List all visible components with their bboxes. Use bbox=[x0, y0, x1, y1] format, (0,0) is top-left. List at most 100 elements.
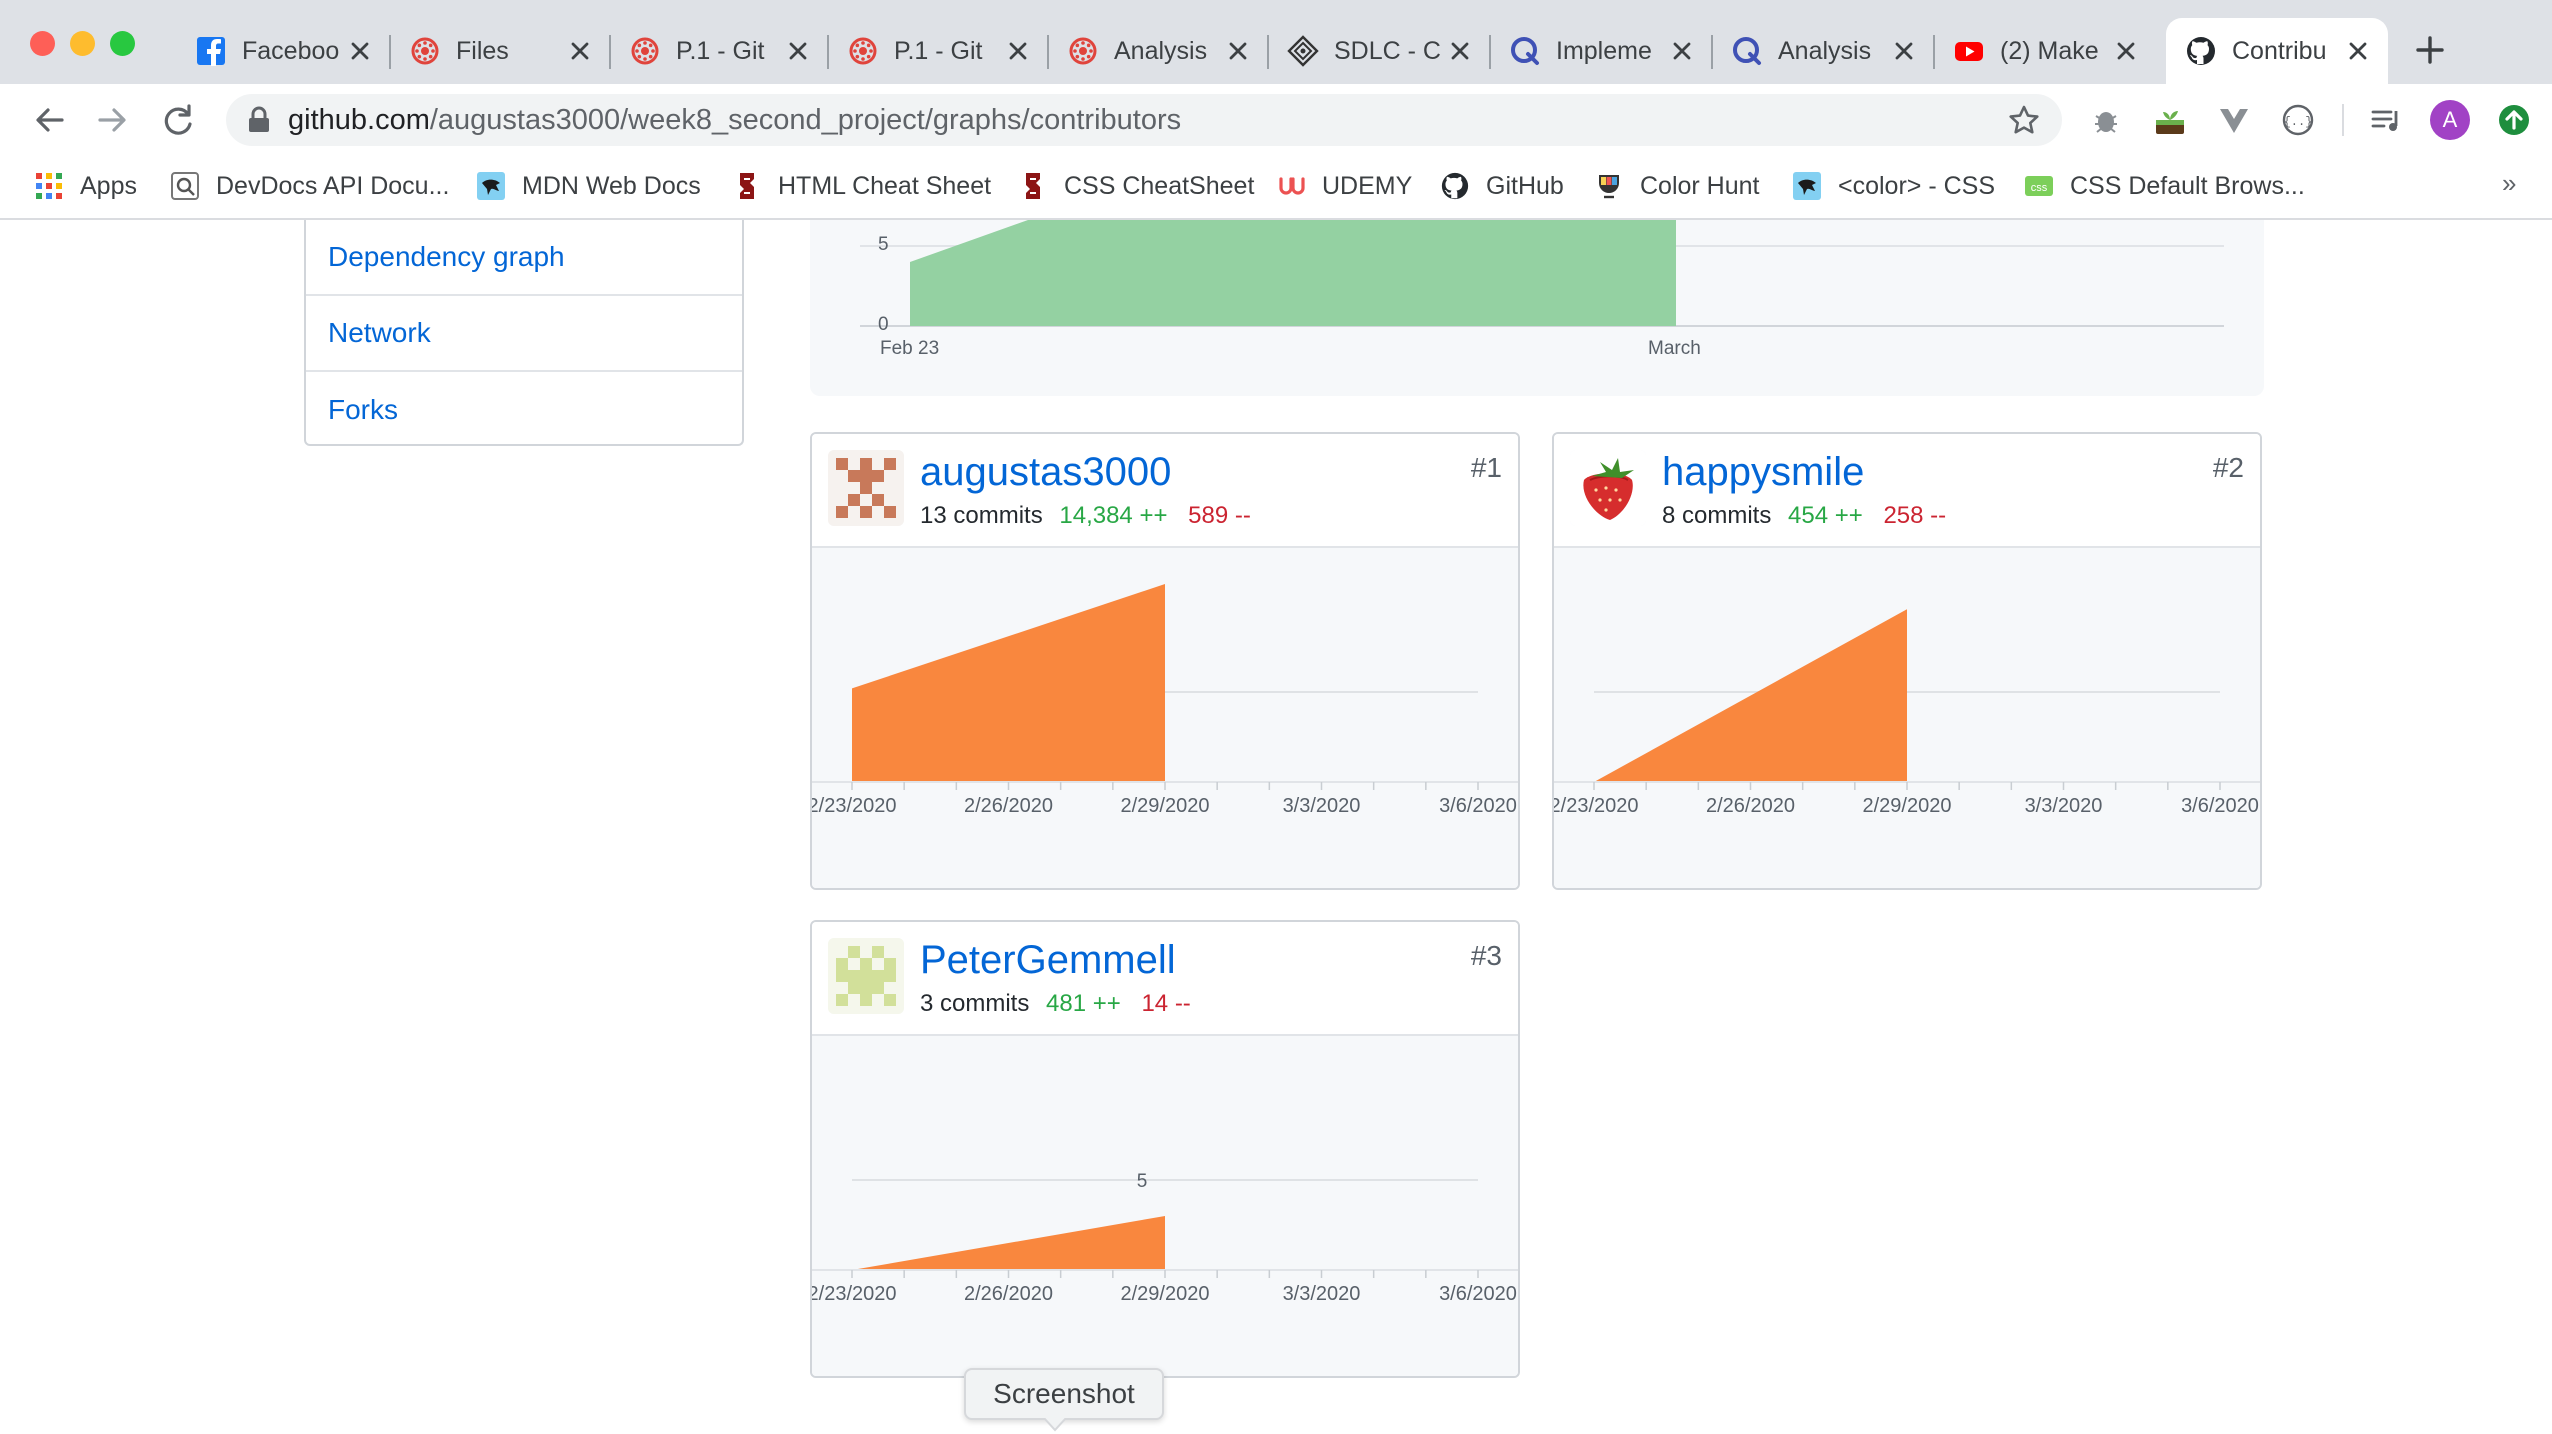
avatar[interactable] bbox=[828, 938, 904, 1014]
bookmark-label: Color Hunt bbox=[1640, 171, 1760, 200]
bookmark-label: CSS Default Brows... bbox=[2070, 171, 2305, 200]
bookmark-item[interactable]: <color> - CSS bbox=[1792, 166, 1995, 206]
deletions-count: 14 -- bbox=[1141, 990, 1191, 1017]
arrow-left-icon bbox=[36, 108, 64, 132]
bookmark-item[interactable]: UDEMY bbox=[1276, 166, 1412, 206]
plant-extension-button[interactable] bbox=[2150, 100, 2190, 140]
close-tab-button[interactable] bbox=[1226, 39, 1250, 63]
arrow-up-circle-icon bbox=[2499, 105, 2529, 135]
area-chart-svg: 2/23/2020 2/26/2020 2/29/2020 3/3/2020 3/6/2… bbox=[812, 584, 1518, 817]
x-tick-label: 2/23/2020 bbox=[1554, 795, 1638, 817]
browser-tab[interactable]: P.1 - Git bbox=[828, 18, 1048, 84]
x-tick-label: 2/29/2020 bbox=[1121, 795, 1210, 817]
menu-item-forks[interactable]: Forks bbox=[306, 372, 742, 448]
url-text[interactable]: github.com/augustas3000/week8_second_pro… bbox=[288, 104, 1181, 137]
q-icon bbox=[1511, 37, 1539, 65]
browser-tab[interactable]: P.1 - Git bbox=[610, 18, 828, 84]
contributor-name-link[interactable]: happysmile bbox=[1662, 450, 1864, 495]
tab-title: SDLC - C bbox=[1334, 36, 1440, 65]
github-icon bbox=[2187, 37, 2215, 65]
commit-count-link[interactable]: 8 commits bbox=[1662, 502, 1771, 529]
diamond-icon bbox=[1286, 34, 1320, 68]
minimize-window-button[interactable] bbox=[70, 31, 95, 56]
close-window-button[interactable] bbox=[30, 31, 55, 56]
commit-count-link[interactable]: 3 commits bbox=[920, 990, 1029, 1017]
bug-extension-button[interactable] bbox=[2086, 100, 2126, 140]
bookmark-item[interactable]: DevDocs API Docu... bbox=[170, 166, 449, 206]
plant-icon bbox=[2156, 111, 2184, 134]
contributor-rank: #1 bbox=[1470, 452, 1502, 483]
x-tick-label: 2/23/2020 bbox=[812, 1283, 896, 1305]
close-icon bbox=[2117, 42, 2135, 60]
menu-item-dependency-graph[interactable]: Dependency graph bbox=[306, 220, 742, 296]
new-tab-button[interactable] bbox=[2408, 28, 2452, 72]
bookmark-item[interactable]: css CSS Default Brows... bbox=[2024, 166, 2305, 206]
contributor-card: happysmile 8 commits 454 ++ 258 -- #2 2/… bbox=[1552, 432, 2262, 890]
menu-item-network[interactable]: Network bbox=[306, 296, 742, 372]
facebook-icon bbox=[197, 37, 225, 66]
reload-button[interactable] bbox=[158, 100, 198, 140]
bookmark-item[interactable]: Apps bbox=[34, 166, 137, 206]
bookmark-label: CSS CheatSheet bbox=[1064, 171, 1255, 200]
close-tab-button[interactable] bbox=[1448, 39, 1472, 63]
forward-button[interactable] bbox=[92, 100, 132, 140]
address-bar[interactable]: github.com/augustas3000/week8_second_pro… bbox=[226, 94, 2062, 146]
bookmark-item[interactable]: GitHub bbox=[1440, 166, 1564, 206]
mdn-icon bbox=[1792, 171, 1822, 201]
close-tab-button[interactable] bbox=[2346, 39, 2370, 63]
close-tab-button[interactable] bbox=[2114, 39, 2138, 63]
tab-title: Impleme bbox=[1556, 36, 1652, 65]
contributor-commit-chart: 2/23/2020 2/26/2020 2/29/2020 3/3/2020 3/6/2… bbox=[812, 1036, 1518, 1376]
avatar[interactable] bbox=[1570, 450, 1646, 526]
update-button[interactable] bbox=[2494, 100, 2534, 140]
facebook-icon bbox=[194, 34, 228, 68]
bookmark-label: <color> - CSS bbox=[1838, 171, 1996, 200]
reload-icon bbox=[164, 104, 192, 135]
back-button[interactable] bbox=[30, 100, 70, 140]
media-control-button[interactable] bbox=[2366, 100, 2406, 140]
more-bookmarks-button[interactable]: » bbox=[2502, 168, 2516, 199]
lock-icon bbox=[249, 106, 269, 132]
github-icon bbox=[2184, 34, 2218, 68]
diamond-icon bbox=[1287, 35, 1319, 67]
svg-text:{..}: {..} bbox=[2284, 115, 2313, 129]
browser-tab[interactable]: Contribu bbox=[2166, 18, 2388, 84]
close-icon bbox=[571, 42, 589, 60]
browser-tab[interactable]: (2) Make bbox=[1934, 18, 2156, 84]
bookmark-item[interactable]: MDN Web Docs bbox=[476, 166, 701, 206]
contributor-name-link[interactable]: PeterGemmell bbox=[920, 938, 1176, 983]
bookmark-item[interactable]: Color Hunt bbox=[1594, 166, 1760, 206]
bookmark-label: UDEMY bbox=[1322, 171, 1413, 200]
plus-icon bbox=[2416, 36, 2444, 64]
code-circle-icon: {..} bbox=[2282, 104, 2314, 136]
close-tab-button[interactable] bbox=[1892, 39, 1916, 63]
commit-count-link[interactable]: 13 commits bbox=[920, 502, 1043, 529]
profile-button[interactable]: A bbox=[2430, 100, 2470, 140]
browser-tab[interactable]: Files bbox=[390, 18, 610, 84]
close-tab-button[interactable] bbox=[1006, 39, 1030, 63]
browser-tab[interactable]: SDLC - C bbox=[1268, 18, 1490, 84]
x-tick-label: 2/26/2020 bbox=[964, 1283, 1053, 1305]
browser-tab[interactable]: Analysis bbox=[1048, 18, 1268, 84]
close-icon bbox=[1451, 42, 1469, 60]
browser-tab[interactable]: Impleme bbox=[1490, 18, 1712, 84]
close-tab-button[interactable] bbox=[786, 39, 810, 63]
x-tick-label: 2/29/2020 bbox=[1863, 795, 1952, 817]
browser-tab[interactable]: Analysis bbox=[1712, 18, 1934, 84]
vue-extension-button[interactable] bbox=[2214, 100, 2254, 140]
bookmark-label: HTML Cheat Sheet bbox=[778, 171, 992, 200]
contributor-name-link[interactable]: augustas3000 bbox=[920, 450, 1171, 495]
avatar[interactable] bbox=[828, 450, 904, 526]
maximize-window-button[interactable] bbox=[110, 31, 135, 56]
close-tab-button[interactable] bbox=[348, 39, 372, 63]
browser-tab[interactable]: Faceboo bbox=[176, 18, 390, 84]
close-tab-button[interactable] bbox=[568, 39, 592, 63]
bookmark-label: Apps bbox=[80, 171, 137, 200]
udemy-icon bbox=[1276, 171, 1306, 201]
commits-overview-chart: 5 0 Feb 23 March bbox=[810, 220, 2264, 396]
json-extension-button[interactable]: {..} bbox=[2278, 100, 2318, 140]
close-icon bbox=[2349, 42, 2367, 60]
close-tab-button[interactable] bbox=[1670, 39, 1694, 63]
bookmark-item[interactable]: CSS CheatSheet bbox=[1018, 166, 1254, 206]
bookmark-item[interactable]: HTML Cheat Sheet bbox=[732, 166, 991, 206]
